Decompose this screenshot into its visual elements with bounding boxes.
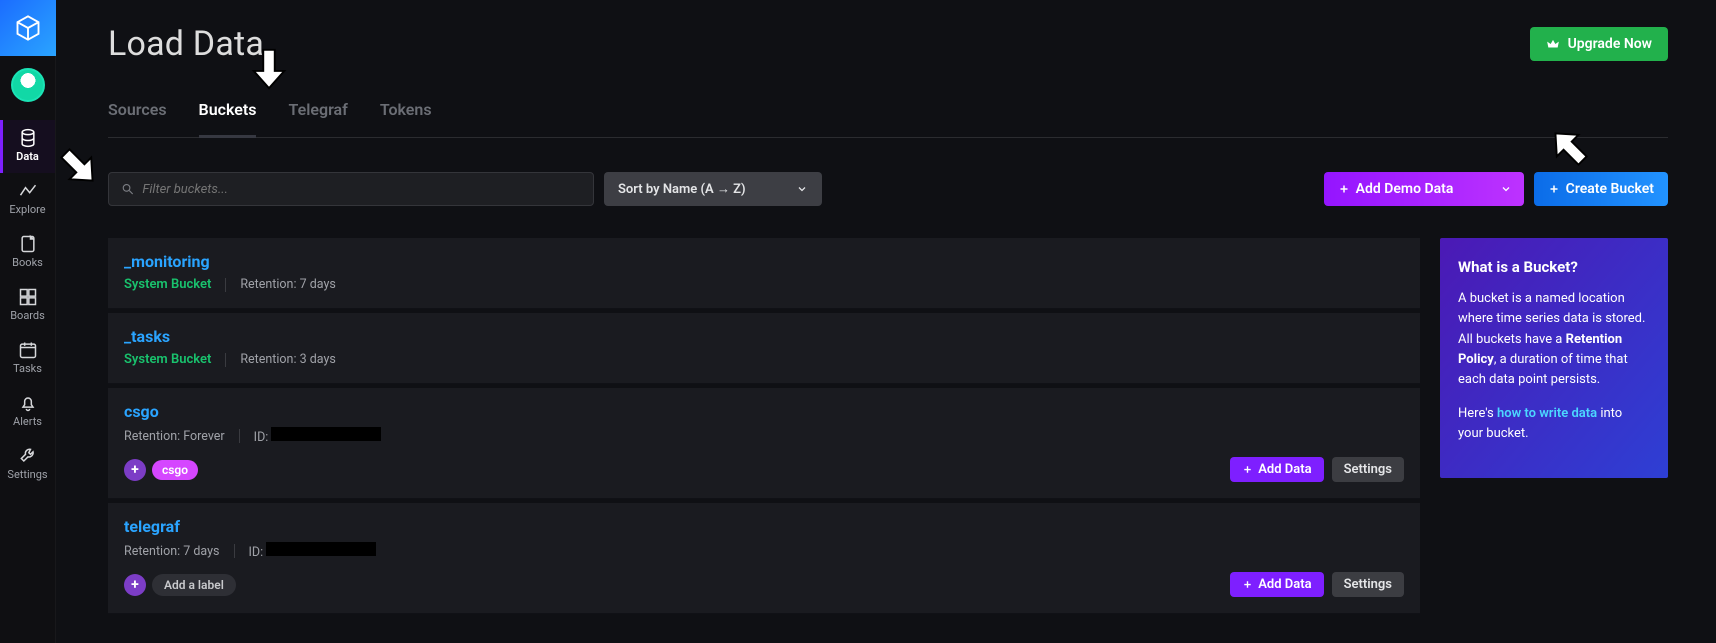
notebook-icon [18, 234, 38, 254]
sidebar-item-label: Boards [10, 309, 45, 322]
sidebar-item-label: Data [16, 150, 39, 163]
settings-button[interactable]: Settings [1332, 457, 1404, 482]
upgrade-button[interactable]: Upgrade Now [1530, 27, 1668, 61]
plus-icon [1242, 464, 1253, 475]
bucket-card-tasks: _tasks System Bucket Retention: 3 days [108, 313, 1420, 384]
plus-icon [1338, 183, 1350, 195]
search-field[interactable] [108, 172, 594, 206]
bucket-name[interactable]: _monitoring [124, 252, 1404, 271]
chevron-down-icon [796, 183, 808, 195]
tabs: Sources Buckets Telegraf Tokens [108, 100, 1668, 138]
info-paragraph: Here's how to write data into your bucke… [1458, 404, 1650, 444]
retention-label: Retention: 3 days [240, 352, 336, 367]
info-panel: What is a Bucket? A bucket is a named lo… [1440, 238, 1668, 478]
bucket-card-csgo: csgo Retention: Forever ID: + csgo [108, 388, 1420, 499]
bucket-name[interactable]: telegraf [124, 517, 1404, 536]
plus-icon [1242, 579, 1253, 590]
crown-icon [1546, 37, 1560, 51]
add-tag-button[interactable]: + [124, 459, 146, 481]
database-icon [18, 128, 38, 148]
plus-icon [1548, 183, 1560, 195]
bucket-list: _monitoring System Bucket Retention: 7 d… [108, 238, 1420, 614]
add-demo-data-button[interactable]: Add Demo Data [1324, 172, 1524, 206]
search-input[interactable] [142, 182, 581, 197]
add-tag-button[interactable]: + [124, 574, 146, 596]
upgrade-label: Upgrade Now [1568, 36, 1652, 52]
sidebar-item-settings[interactable]: Settings [0, 438, 55, 491]
bucket-name[interactable]: csgo [124, 402, 1404, 421]
id-label: ID: [249, 542, 377, 560]
bucket-card-telegraf: telegraf Retention: 7 days ID: + Add a l… [108, 503, 1420, 614]
tab-buckets[interactable]: Buckets [199, 100, 257, 138]
bucket-id-value[interactable] [271, 427, 381, 441]
logo[interactable] [0, 0, 56, 56]
cube-logo-icon [14, 14, 42, 42]
search-icon [121, 182, 134, 196]
chevron-down-icon [1500, 183, 1512, 195]
tab-sources[interactable]: Sources [108, 100, 167, 137]
sidebar-item-alerts[interactable]: Alerts [0, 385, 55, 438]
add-data-button[interactable]: Add Data [1230, 572, 1323, 597]
boards-icon [18, 287, 38, 307]
bucket-tag[interactable]: csgo [152, 460, 198, 480]
retention-label: Retention: Forever [124, 429, 225, 444]
bucket-card-monitoring: _monitoring System Bucket Retention: 7 d… [108, 238, 1420, 309]
info-heading: What is a Bucket? [1458, 256, 1650, 279]
system-bucket-badge: System Bucket [124, 277, 211, 292]
sort-dropdown[interactable]: Sort by Name (A → Z) [604, 172, 822, 206]
sidebar-item-boards[interactable]: Boards [0, 279, 55, 332]
sidebar-item-label: Tasks [13, 362, 42, 375]
bucket-id-value[interactable] [266, 542, 376, 556]
sidebar-item-label: Settings [7, 468, 47, 481]
id-label: ID: [254, 427, 382, 445]
bucket-name[interactable]: _tasks [124, 327, 1404, 346]
avatar[interactable] [11, 68, 45, 102]
sidebar-item-books[interactable]: Books [0, 226, 55, 279]
sidebar-item-explore[interactable]: Explore [0, 173, 55, 226]
sidebar-item-label: Explore [9, 203, 45, 216]
retention-label: Retention: 7 days [240, 277, 336, 292]
system-bucket-badge: System Bucket [124, 352, 211, 367]
tab-tokens[interactable]: Tokens [380, 100, 432, 137]
calendar-icon [18, 340, 38, 360]
retention-label: Retention: 7 days [124, 544, 220, 559]
wrench-icon [18, 446, 38, 466]
info-paragraph: A bucket is a named location where time … [1458, 289, 1650, 390]
create-bucket-label: Create Bucket [1566, 181, 1654, 197]
sidebar: Data Explore Books Boards Tasks Alerts [0, 0, 56, 643]
add-demo-label: Add Demo Data [1356, 181, 1454, 197]
sidebar-item-label: Alerts [13, 415, 42, 428]
how-to-write-link[interactable]: how to write data [1497, 406, 1597, 421]
page-title: Load Data [108, 24, 264, 64]
settings-button[interactable]: Settings [1332, 572, 1404, 597]
add-data-button[interactable]: Add Data [1230, 457, 1323, 482]
explore-icon [18, 181, 38, 201]
sidebar-item-data[interactable]: Data [0, 120, 55, 173]
create-bucket-button[interactable]: Create Bucket [1534, 172, 1668, 206]
sidebar-item-label: Books [12, 256, 43, 269]
tab-telegraf[interactable]: Telegraf [288, 100, 347, 137]
sidebar-item-tasks[interactable]: Tasks [0, 332, 55, 385]
add-label-button[interactable]: Add a label [152, 574, 236, 596]
sort-label: Sort by Name (A → Z) [618, 181, 746, 197]
bell-icon [18, 393, 38, 413]
